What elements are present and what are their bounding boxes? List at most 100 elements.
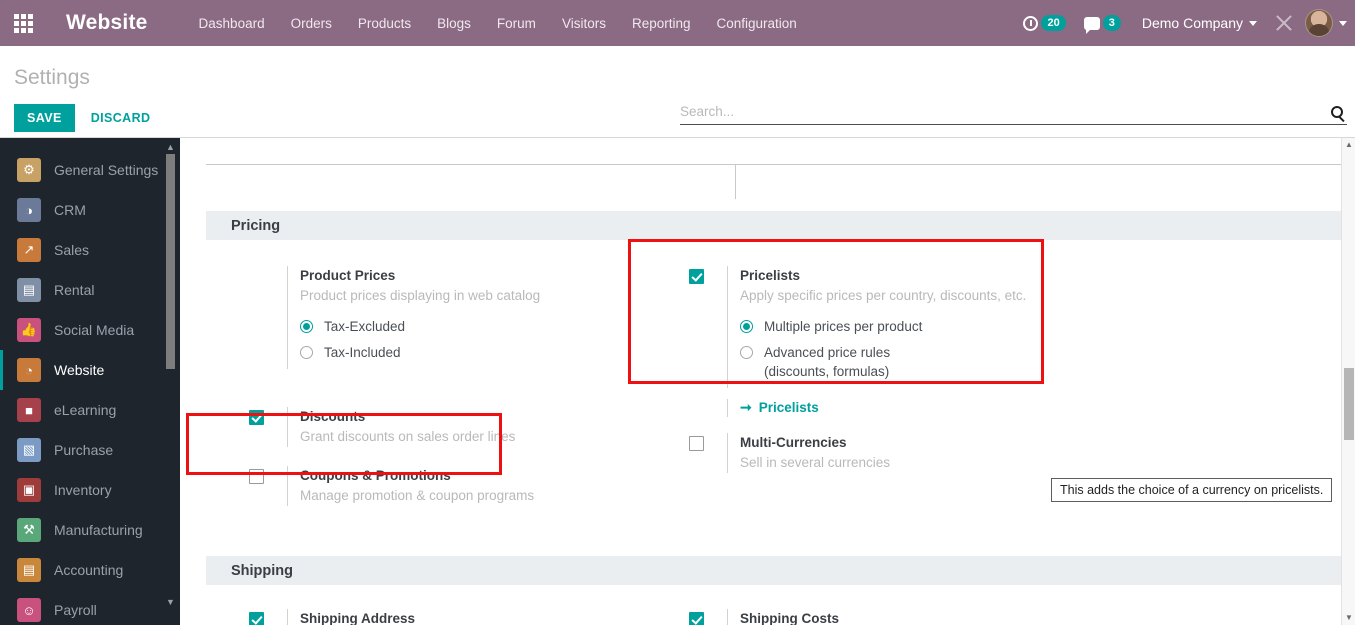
- discounts-desc: Grant discounts on sales order lines: [300, 429, 516, 444]
- invoice-icon: ▤: [17, 558, 41, 582]
- sidebar-item-label: CRM: [54, 202, 86, 218]
- radio-tax-included-label: Tax-Included: [324, 345, 401, 360]
- section-header-shipping: Shipping: [206, 556, 1345, 585]
- apps-grid-icon: [13, 13, 33, 33]
- sidebar-scrollbar[interactable]: ▲ ▼: [166, 142, 175, 607]
- activities-button[interactable]: 20: [1014, 15, 1074, 31]
- sidebar-item-label: Purchase: [54, 442, 114, 458]
- discounts-title: Discounts: [300, 409, 366, 424]
- content-scrollbar[interactable]: ▲ ▼: [1341, 138, 1355, 625]
- sidebar-item-label: eLearning: [54, 402, 117, 418]
- radio-advanced-price-rules[interactable]: Advanced price rules (discounts, formula…: [740, 343, 1026, 381]
- sidebar-scrollbar-thumb[interactable]: [166, 154, 175, 369]
- menu-item-orders[interactable]: Orders: [278, 10, 345, 37]
- product-prices-text: Product Prices Product prices displaying…: [287, 266, 540, 369]
- radio-advanced-price-rules-label: Advanced price rules (discounts, formula…: [764, 343, 890, 381]
- messages-button[interactable]: 3: [1075, 15, 1130, 34]
- shipping-address-checkbox[interactable]: [249, 612, 264, 625]
- menu-item-reporting[interactable]: Reporting: [619, 10, 704, 37]
- pricelists-link[interactable]: ➞ Pricelists: [740, 400, 819, 415]
- sidebar-item-sales[interactable]: ↗ Sales: [0, 230, 180, 270]
- pricing-right-column: Pricelists Apply specific prices per cou…: [671, 262, 1121, 512]
- gear-icon: ⚙: [17, 158, 41, 182]
- scrolled-section-top: [206, 138, 1355, 165]
- radio-advanced-price-rules-indicator[interactable]: [740, 346, 753, 359]
- top-navbar: Website Dashboard Orders Products Blogs …: [0, 0, 1355, 46]
- shipping-costs-title: Shipping Costs: [740, 611, 839, 625]
- radio-multiple-prices-label: Multiple prices per product: [764, 319, 923, 334]
- sidebar-item-rental[interactable]: ▤ Rental: [0, 270, 180, 310]
- company-name-label: Demo Company: [1141, 15, 1243, 31]
- radio-multiple-prices[interactable]: Multiple prices per product: [740, 317, 1026, 336]
- search-icon[interactable]: [1331, 105, 1343, 118]
- avatar[interactable]: [1305, 9, 1333, 37]
- menu-item-visitors[interactable]: Visitors: [549, 10, 619, 37]
- sidebar-item-accounting[interactable]: ▤ Accounting: [0, 550, 180, 590]
- chevron-up-icon[interactable]: ▲: [166, 142, 175, 152]
- menu-item-forum[interactable]: Forum: [484, 10, 549, 37]
- body-wrapper: ⚙ General Settings ◑ CRM ↗ Sales ▤ Renta…: [0, 138, 1355, 625]
- sidebar-item-payroll[interactable]: ☺ Payroll: [0, 590, 180, 625]
- multi-currencies-checkbox-slot: [689, 433, 727, 473]
- sidebar-item-social-media[interactable]: 👍 Social Media: [0, 310, 180, 350]
- coupons-desc: Manage promotion & coupon programs: [300, 488, 535, 503]
- radio-advanced-line1: Advanced price rules: [764, 345, 891, 360]
- sidebar-item-list: ⚙ General Settings ◑ CRM ↗ Sales ▤ Renta…: [0, 138, 180, 625]
- sidebar-item-crm[interactable]: ◑ CRM: [0, 190, 180, 230]
- pricelists-radio-group: Multiple prices per product Advanced pri…: [740, 317, 1026, 381]
- shipping-costs-checkbox-slot: [689, 609, 727, 625]
- handshake-icon: ◑: [17, 198, 41, 222]
- tools-icon[interactable]: [1275, 14, 1293, 32]
- card-icon: ▧: [17, 438, 41, 462]
- sidebar-item-inventory[interactable]: ▣ Inventory: [0, 470, 180, 510]
- sidebar-item-website[interactable]: ◔ Website: [0, 350, 180, 390]
- sidebar-item-label: Accounting: [54, 562, 124, 578]
- shipping-costs-checkbox[interactable]: [689, 612, 704, 625]
- menu-item-configuration[interactable]: Configuration: [704, 10, 810, 37]
- messages-count-badge: 3: [1102, 15, 1121, 31]
- column-divider: [735, 165, 736, 199]
- sidebar-item-elearning[interactable]: ■ eLearning: [0, 390, 180, 430]
- save-button[interactable]: SAVE: [14, 104, 75, 132]
- sidebar-item-label: Payroll: [54, 602, 97, 618]
- setting-shipping-costs: Shipping Costs: [671, 605, 1121, 625]
- pricing-settings-grid: Product Prices Product prices displaying…: [206, 240, 1355, 512]
- discard-button[interactable]: DISCARD: [81, 104, 161, 132]
- radio-tax-excluded[interactable]: Tax-Excluded: [300, 317, 540, 336]
- multi-currencies-checkbox[interactable]: [689, 436, 704, 451]
- setting-product-prices: Product Prices Product prices displaying…: [231, 262, 671, 373]
- menu-item-dashboard[interactable]: Dashboard: [186, 10, 278, 37]
- radio-tax-included-indicator[interactable]: [300, 346, 313, 359]
- menu-item-blogs[interactable]: Blogs: [424, 10, 484, 37]
- scroll-down-icon[interactable]: ▼: [1344, 612, 1354, 624]
- content-scrollbar-thumb[interactable]: [1344, 368, 1354, 440]
- settings-content: Pricing Product Prices Product prices di…: [180, 138, 1355, 625]
- discounts-checkbox[interactable]: [249, 410, 264, 425]
- people-icon: ☺: [17, 598, 41, 622]
- clock-icon: [1023, 15, 1039, 31]
- shipping-address-text: Shipping Address: [287, 609, 415, 625]
- scroll-up-icon[interactable]: ▲: [1344, 139, 1354, 151]
- radio-multiple-prices-indicator[interactable]: [740, 320, 753, 333]
- pricelists-link-label: Pricelists: [758, 399, 819, 415]
- coupons-checkbox[interactable]: [249, 469, 264, 484]
- chevron-down-icon[interactable]: ▼: [166, 597, 175, 607]
- search-input[interactable]: [680, 104, 1331, 119]
- radio-tax-included[interactable]: Tax-Included: [300, 343, 540, 362]
- coupons-checkbox-slot: [249, 466, 287, 506]
- sidebar-item-general-settings[interactable]: ⚙ General Settings: [0, 150, 180, 190]
- presentation-icon: ■: [17, 398, 41, 422]
- company-switcher[interactable]: Demo Company: [1130, 15, 1263, 31]
- sidebar-item-label: General Settings: [54, 162, 159, 178]
- chat-icon: [1083, 16, 1100, 34]
- apps-menu-button[interactable]: [0, 0, 46, 46]
- sidebar-item-purchase[interactable]: ▧ Purchase: [0, 430, 180, 470]
- sidebar-item-manufacturing[interactable]: ⚒ Manufacturing: [0, 510, 180, 550]
- radio-tax-excluded-indicator[interactable]: [300, 320, 313, 333]
- multi-currencies-title: Multi-Currencies: [740, 435, 847, 450]
- calendar-icon: ▤: [17, 278, 41, 302]
- user-menu-chevron-down-icon[interactable]: [1339, 20, 1347, 26]
- pricelists-checkbox[interactable]: [689, 269, 704, 284]
- shipping-address-title: Shipping Address: [300, 611, 416, 625]
- menu-item-products[interactable]: Products: [345, 10, 424, 37]
